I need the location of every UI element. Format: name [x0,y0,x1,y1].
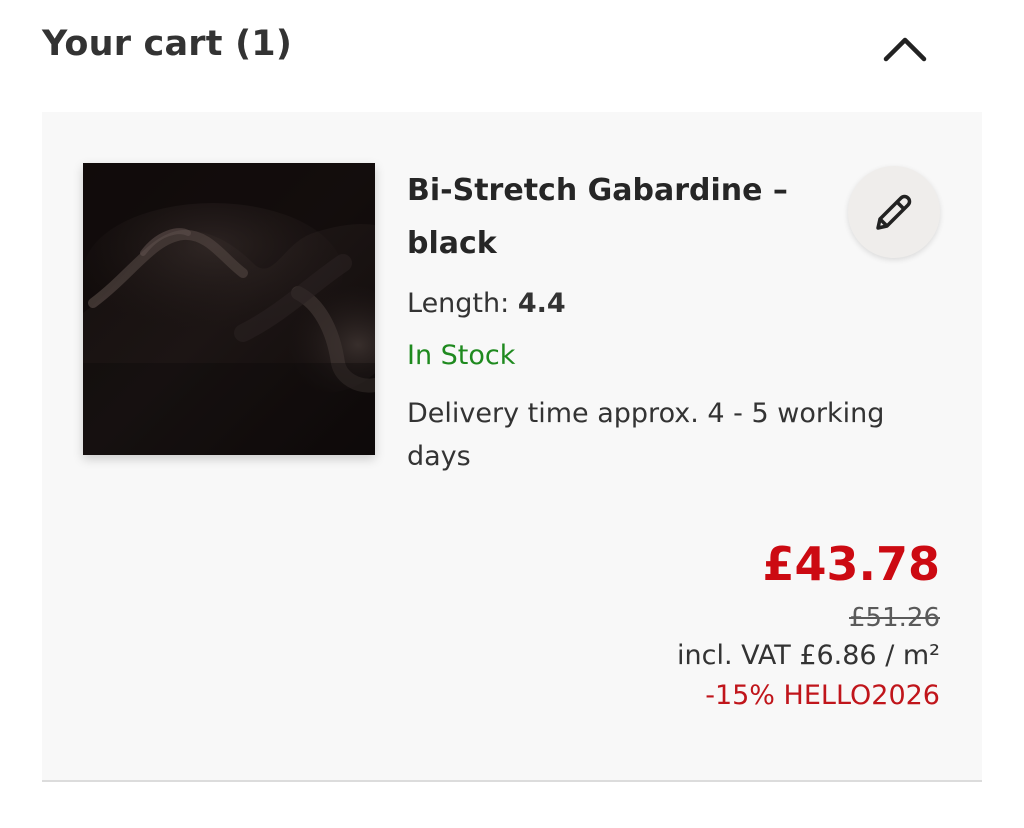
stock-status: In Stock [407,340,516,371]
current-price: £43.78 [762,537,940,591]
vat-info: incl. VAT £6.86 / m² [677,640,940,671]
length-value: 4.4 [517,288,566,319]
original-price: £51.26 [849,603,940,633]
collapse-cart-button[interactable] [878,26,932,70]
delivery-time: Delivery time approx. 4 - 5 working days [407,398,885,472]
cart-item-card: Bi-Stretch Gabardine – black Length: 4.4… [42,112,982,782]
length-label: Length: [407,288,510,319]
product-name[interactable]: Bi-Stretch Gabardine – black [407,164,827,270]
price-block: £43.78 £51.26 incl. VAT £6.86 / m² -15% … [677,532,940,716]
fabric-swatch-image [83,163,375,455]
length-row: Length: 4.4 [407,288,566,319]
chevron-up-icon [883,37,927,62]
discount-code: -15% HELLO2026 [705,680,940,711]
pencil-icon [876,194,912,230]
cart-header: Your cart (1) [42,22,942,72]
product-image[interactable] [83,163,375,455]
edit-item-button[interactable] [848,166,940,258]
cart-title: Your cart (1) [42,24,293,64]
